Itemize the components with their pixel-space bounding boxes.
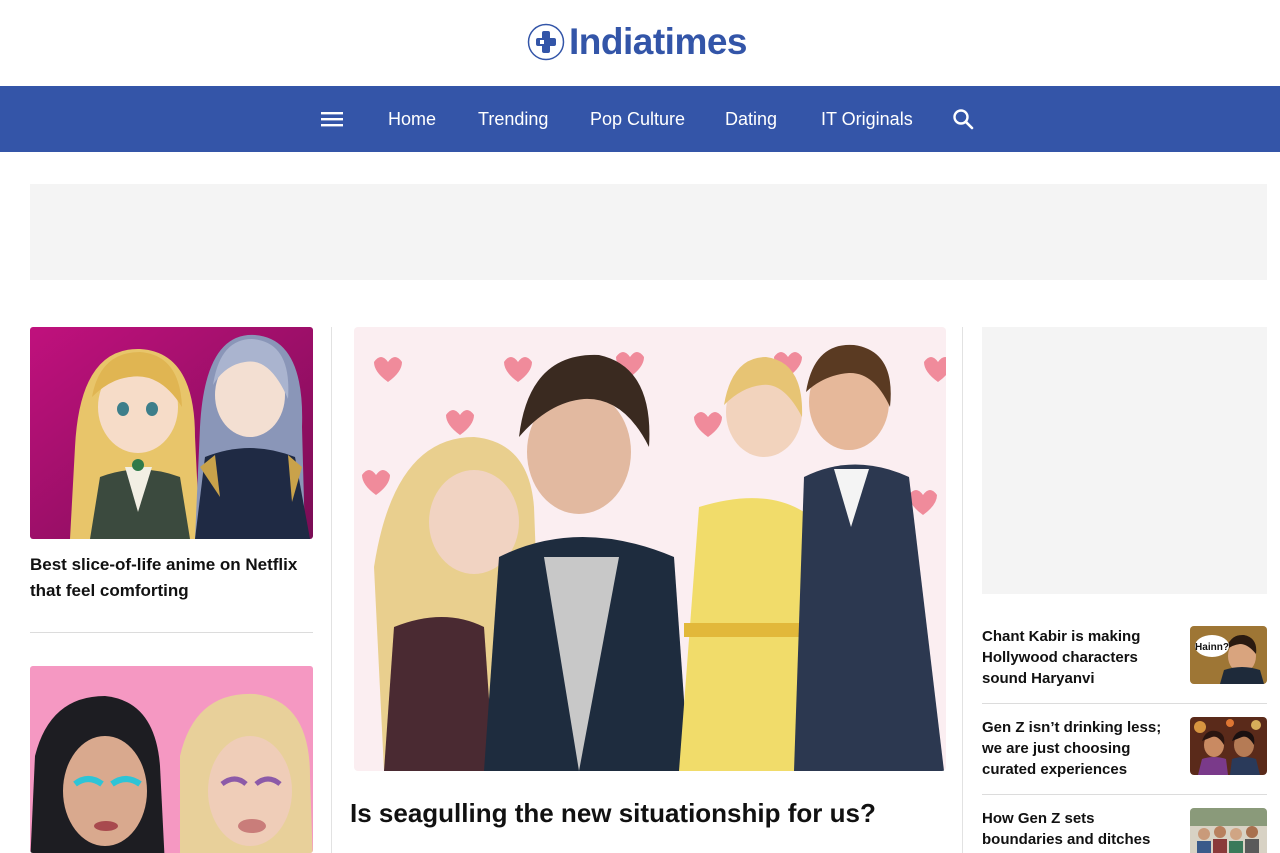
featured-article-title[interactable]: Is seagulling the new situationship for …	[350, 798, 950, 829]
article-card[interactable]: Best slice-of-life anime on Netflix that…	[30, 327, 313, 604]
anime-characters-image	[30, 327, 313, 539]
main-nav: Home Trending Pop Culture Dating IT Orig…	[0, 86, 1280, 152]
logo-plus-icon	[527, 23, 565, 61]
nav-item-trending[interactable]: Trending	[478, 86, 548, 152]
nav-item-pop-culture[interactable]: Pop Culture	[590, 86, 685, 152]
brand-name: Indiatimes	[569, 21, 748, 62]
ad-banner	[30, 184, 1267, 280]
side-article-title[interactable]: How Gen Z sets boundaries and ditches	[982, 808, 1170, 853]
makeup-looks-image	[30, 666, 313, 853]
side-article-title[interactable]: Gen Z isn’t drinking less; we are just c…	[982, 717, 1170, 780]
nav-item-dating[interactable]: Dating	[725, 86, 777, 152]
left-column: Best slice-of-life anime on Netflix that…	[30, 327, 313, 604]
column-separator	[962, 327, 963, 853]
thumbnail-badge: Hainn?	[1195, 642, 1229, 653]
haryanvi-meme-thumbnail[interactable]: Hainn?	[1190, 626, 1267, 684]
list-item[interactable]: Gen Z isn’t drinking less; we are just c…	[982, 717, 1267, 780]
side-article-title[interactable]: Chant Kabir is making Hollywood characte…	[982, 626, 1170, 689]
party-thumbnail[interactable]	[1190, 717, 1267, 775]
list-item[interactable]: Chant Kabir is making Hollywood characte…	[982, 626, 1267, 689]
sidebar-ad	[982, 327, 1267, 594]
couples-hearts-collage-image	[354, 327, 946, 771]
article-title: Best slice-of-life anime on Netflix that…	[30, 555, 298, 600]
group-thumbnail[interactable]	[1190, 808, 1267, 853]
search-icon[interactable]	[950, 106, 976, 132]
site-logo[interactable]: Indiatimes	[527, 20, 748, 64]
hamburger-menu-icon[interactable]	[319, 106, 345, 132]
column-separator	[331, 327, 332, 853]
divider	[982, 703, 1267, 704]
featured-article-image[interactable]	[354, 327, 946, 771]
nav-item-it-originals[interactable]: IT Originals	[821, 86, 913, 152]
list-item[interactable]: How Gen Z sets boundaries and ditches	[982, 808, 1267, 853]
divider	[982, 794, 1267, 795]
divider	[30, 632, 313, 633]
site-header: Indiatimes	[0, 0, 1280, 86]
article-card[interactable]	[30, 666, 313, 853]
nav-item-home[interactable]: Home	[388, 86, 436, 152]
